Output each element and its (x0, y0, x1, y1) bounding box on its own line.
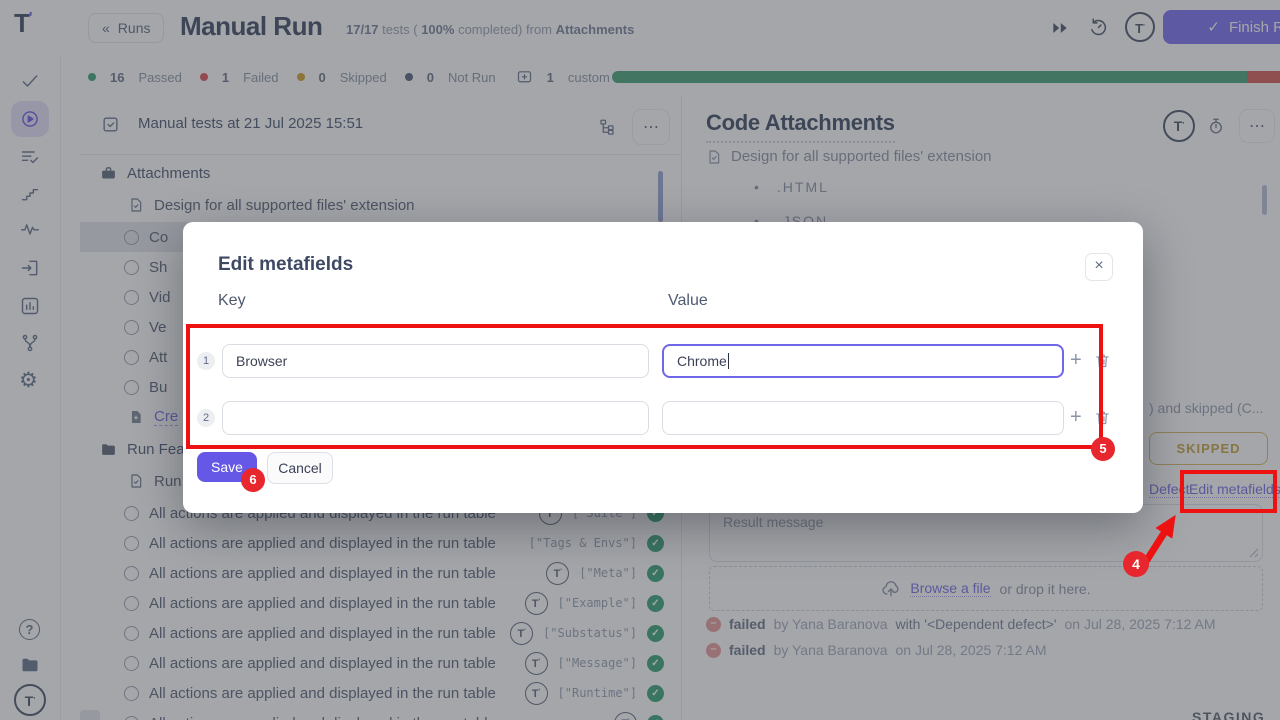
annotation-arrow-step4 (1100, 500, 1200, 590)
modal-close-button[interactable]: × (1085, 253, 1113, 281)
annotation-badge-4: 4 (1123, 551, 1149, 577)
app-root: T' ⚙ ? T' « (0, 0, 1280, 720)
edit-metafields-modal: Edit metafields × Key Value 1 Browser Ch… (183, 222, 1143, 513)
annotation-badge-5: 5 (1091, 437, 1115, 461)
cancel-button[interactable]: Cancel (267, 452, 333, 484)
annotation-badge-6: 6 (241, 468, 265, 492)
value-column-header: Value (668, 292, 708, 310)
annotation-box-step5 (186, 324, 1103, 449)
close-icon: × (1094, 257, 1103, 274)
modal-title: Edit metafields (218, 254, 353, 276)
key-column-header: Key (218, 292, 246, 310)
